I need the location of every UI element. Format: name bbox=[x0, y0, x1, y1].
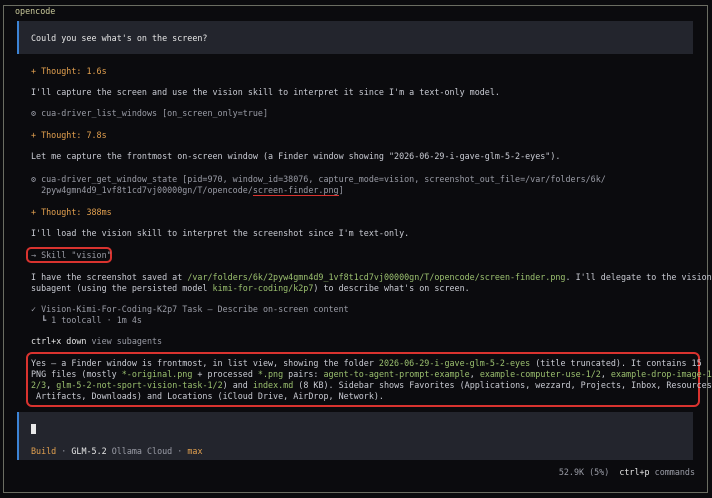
user-message: Could you see what's on the screen? bbox=[31, 33, 208, 43]
answer-line-4: Artifacts, Downloads) and Locations (iCl… bbox=[31, 391, 384, 401]
tool-call-get-window-state[interactable]: ⚙ cua-driver_get_window_state [pid=970, … bbox=[31, 174, 606, 185]
mode-bar: Build · GLM-5.2 Ollama Cloud · max bbox=[31, 446, 203, 456]
thought-toggle-3[interactable]: + Thought: 388ms bbox=[31, 207, 112, 218]
file-pattern: *.png bbox=[257, 369, 284, 379]
screenshot-filename: screen-finder.png bbox=[252, 185, 339, 196]
answer-line-1: Yes — a Finder window is frontmost, in l… bbox=[31, 358, 702, 369]
tool-path-suffix: ] bbox=[338, 185, 344, 195]
folder-name: 2026-06-29-i-gave-glm-5-2-eyes bbox=[378, 358, 531, 368]
command-shortcut-label: commands bbox=[654, 467, 695, 477]
answer-text: , bbox=[469, 369, 480, 379]
file-name: example-computer-use-1/2 bbox=[479, 369, 601, 379]
reply4-text-a: I have the screenshot saved at bbox=[31, 272, 188, 282]
file-name: agent-to-agent-prompt-example bbox=[323, 369, 470, 379]
text-cursor bbox=[31, 424, 36, 434]
status-bar: 52.9K (5%) ctrl+p commands bbox=[559, 467, 695, 477]
answer-text: PNG files (mostly bbox=[31, 369, 122, 379]
separator: · bbox=[172, 446, 188, 456]
answer-line-2: PNG files (mostly *-original.png + proce… bbox=[31, 369, 712, 380]
file-pattern: *-original.png bbox=[121, 369, 193, 379]
answer-line-3: 2/3, glm-5-2-not-sport-vision-task-1/2) … bbox=[31, 380, 712, 391]
tool-path-prefix: 2pyw4gmn4d9_1vf8t1cd7vj00000gn/T/opencod… bbox=[31, 185, 253, 195]
answer-text: , bbox=[600, 369, 611, 379]
subagent-task-detail: ┗ 1 toolcall · 1m 4s bbox=[31, 315, 142, 325]
file-name: glm-5-2-not-sport-vision-task-1/2 bbox=[56, 380, 223, 390]
separator: · bbox=[56, 446, 72, 456]
provider-name: Ollama Cloud bbox=[111, 446, 173, 456]
assistant-reply-3: I'll load the vision skill to interpret … bbox=[31, 228, 410, 238]
app-title: opencode bbox=[12, 6, 59, 16]
skill-vision[interactable]: → Skill "vision" bbox=[31, 250, 112, 261]
file-name: index.md bbox=[252, 380, 294, 390]
model-selector[interactable]: GLM-5.2 bbox=[71, 446, 106, 456]
agent-mode[interactable]: Build bbox=[31, 446, 56, 456]
answer-text: (8 KB). Sidebar shows Favorites (Applica… bbox=[293, 380, 712, 390]
reply4-text-c: subagent (using the persisted model bbox=[31, 283, 213, 293]
answer-text: ) and bbox=[222, 380, 253, 390]
subagent-hint: ctrl+x down view subagents bbox=[31, 336, 162, 347]
assistant-reply-4: I have the screenshot saved at /var/fold… bbox=[31, 272, 712, 283]
assistant-reply-2: Let me capture the frontmost on-screen w… bbox=[31, 151, 561, 161]
answer-text: , bbox=[46, 380, 57, 390]
assistant-reply-1: I'll capture the screen and use the visi… bbox=[31, 87, 500, 97]
answer-text: Yes — a Finder window is frontmost, in l… bbox=[31, 358, 379, 368]
model-name: kimi-for-coding/k2p7 bbox=[212, 283, 314, 293]
screenshot-path: /var/folders/6k/2pyw4gmn4d9_1vf8t1cd7vj0… bbox=[187, 272, 566, 282]
reply4-text-b: . I'll delegate to the vision bbox=[565, 272, 712, 282]
answer-text: pairs: bbox=[283, 369, 324, 379]
tool-call-list-windows[interactable]: ⚙ cua-driver_list_windows [on_screen_onl… bbox=[31, 108, 268, 119]
file-name: example-drop-image-1/ bbox=[610, 369, 712, 379]
answer-text: + processed bbox=[192, 369, 258, 379]
subagent-shortcut-label: view subagents bbox=[86, 336, 163, 346]
subagent-task[interactable]: ✓ Vision-Kimi-For-Coding-K2p7 Task — Des… bbox=[31, 304, 349, 315]
answer-text: (title truncated). It contains 15 bbox=[530, 358, 702, 368]
tool-call-get-window-state-cont[interactable]: 2pyw4gmn4d9_1vf8t1cd7vj00000gn/T/opencod… bbox=[31, 185, 344, 196]
reply4-text-d: ) to describe what's on screen. bbox=[313, 283, 470, 293]
thought-toggle-2[interactable]: + Thought: 7.8s bbox=[31, 130, 107, 141]
token-usage: 52.9K (5%) bbox=[558, 467, 610, 477]
file-name: 2/3 bbox=[31, 380, 47, 390]
command-shortcut: ctrl+p bbox=[619, 467, 650, 477]
subagent-shortcut: ctrl+x down bbox=[31, 336, 87, 346]
variant-name[interactable]: max bbox=[187, 446, 202, 456]
assistant-reply-4-cont: subagent (using the persisted model kimi… bbox=[31, 283, 470, 294]
thought-toggle-1[interactable]: + Thought: 1.6s bbox=[31, 66, 107, 77]
